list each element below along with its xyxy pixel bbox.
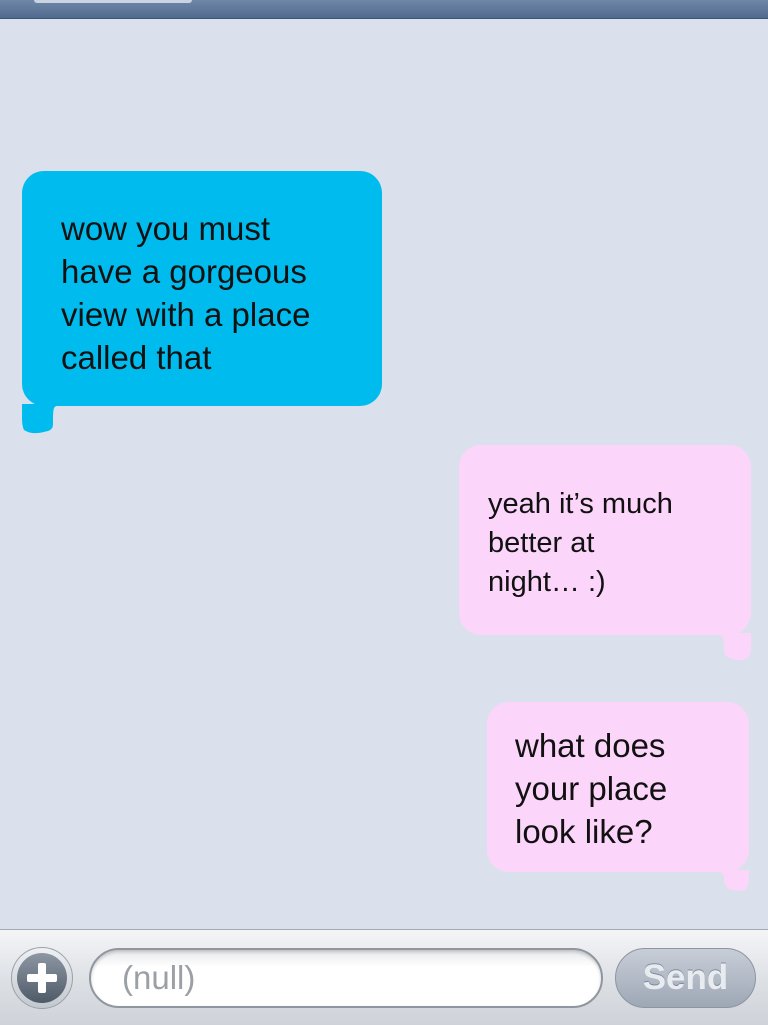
back-button[interactable] xyxy=(34,0,192,3)
message-thread[interactable]: wow you must have a gorgeous view with a… xyxy=(0,19,768,929)
message-text: what does your place look like? xyxy=(515,727,668,850)
message-input[interactable] xyxy=(89,948,603,1008)
bubble-tail-left-icon xyxy=(22,404,60,434)
message-bubble-sent: yeah it’s much better at night… :) xyxy=(459,445,751,635)
add-attachment-button[interactable] xyxy=(11,947,73,1009)
message-bubble-sent: what does your place look like? xyxy=(487,702,749,872)
plus-icon xyxy=(17,953,67,1003)
compose-bar: Send xyxy=(0,929,768,1025)
bubble-tail-right-icon xyxy=(713,633,751,661)
message-bubble-received: wow you must have a gorgeous view with a… xyxy=(22,171,382,406)
message-text: yeah it’s much better at night… :) xyxy=(488,488,673,598)
message-text: wow you must have a gorgeous view with a… xyxy=(61,210,311,376)
send-button[interactable]: Send xyxy=(615,948,756,1008)
navigation-bar xyxy=(0,0,768,19)
bubble-tail-right-icon xyxy=(713,870,749,892)
